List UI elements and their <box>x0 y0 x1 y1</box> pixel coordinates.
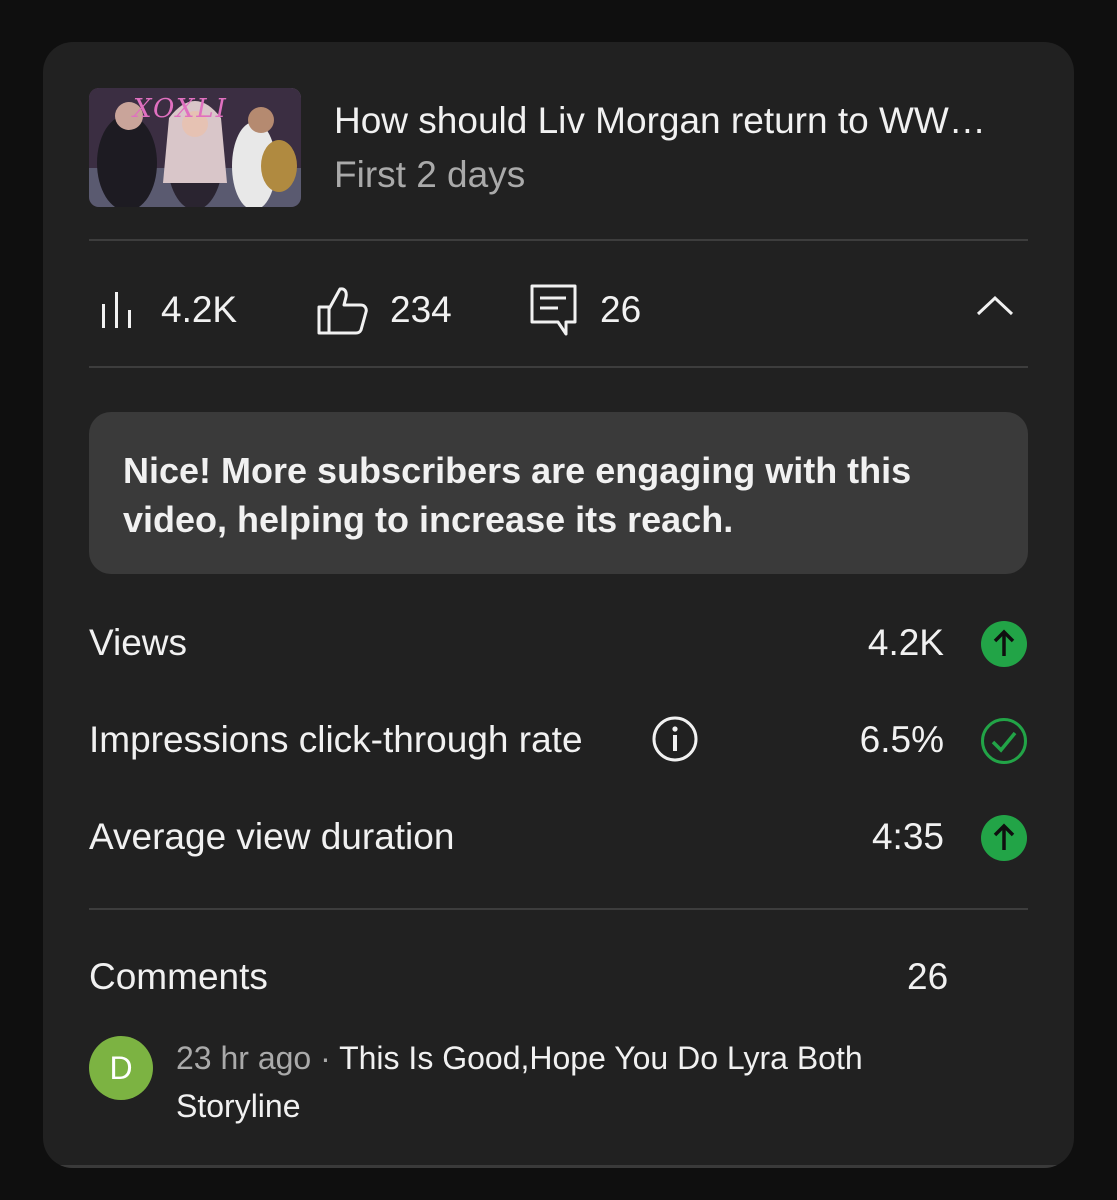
metric-label: Impressions click-through rate <box>89 719 583 760</box>
video-period: First 2 days <box>334 154 526 195</box>
metric-row-ctr[interactable]: Impressions click-through rate 6.5% <box>89 713 1028 773</box>
check-circle-icon <box>981 718 1027 764</box>
thumbnail-logo: XOXLI <box>133 94 228 124</box>
divider <box>89 908 1028 910</box>
insight-tip-card: Nice! More subscribers are engaging with… <box>89 412 1028 574</box>
comment-item[interactable]: 23 hr ago · This Is Good,Hope You Do Lyr… <box>176 1034 976 1130</box>
comments-stat: 26 <box>530 284 642 336</box>
comment-time: 23 hr ago <box>176 1040 312 1076</box>
comment-separator: · <box>311 1040 340 1076</box>
metric-label: Average view duration <box>89 816 455 857</box>
metric-value: 4.2K <box>867 622 944 663</box>
thumbs-up-icon <box>317 287 368 335</box>
comments-heading[interactable]: Comments <box>89 956 268 998</box>
metric-value: 6.5% <box>859 719 944 760</box>
video-thumbnail[interactable]: XOXLI <box>89 88 301 207</box>
comment-icon <box>530 284 577 336</box>
metric-row-avg-duration[interactable]: Average view duration 4:35 <box>89 810 1028 870</box>
video-title[interactable]: How should Liv Morgan return to WW… <box>334 98 1034 144</box>
insight-tip-text: Nice! More subscribers are engaging with… <box>123 450 912 540</box>
metric-value: 4:35 <box>871 816 944 857</box>
trend-up-icon <box>981 815 1027 861</box>
divider <box>89 366 1028 368</box>
trend-up-icon <box>981 621 1027 667</box>
comments-count: 26 <box>907 956 949 997</box>
info-icon[interactable] <box>651 715 699 763</box>
divider <box>89 239 1028 241</box>
metric-label: Views <box>89 622 188 663</box>
avatar[interactable]: D <box>89 1036 153 1100</box>
video-analytics-card: XOXLI How should Liv Morgan return to WW… <box>43 42 1074 1168</box>
bar-chart-icon <box>102 292 131 328</box>
views-stat: 4.2K <box>99 285 237 335</box>
chevron-up-icon[interactable] <box>975 290 1015 320</box>
likes-stat: 234 <box>316 285 452 335</box>
views-count: 4.2K <box>161 289 238 330</box>
metric-row-views[interactable]: Views 4.2K <box>89 616 1028 676</box>
comments-count-stat: 26 <box>600 289 642 330</box>
likes-count: 234 <box>390 289 452 330</box>
